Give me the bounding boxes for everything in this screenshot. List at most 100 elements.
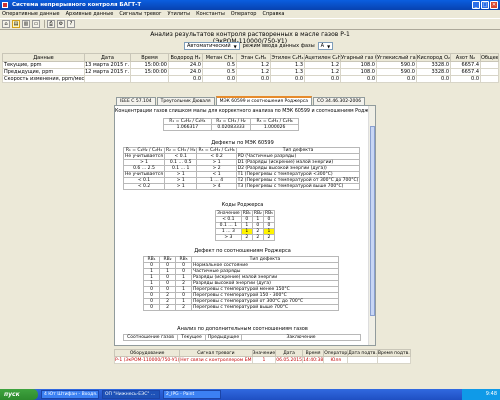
column-header: RB₂ bbox=[251, 210, 264, 217]
menu-constants[interactable]: Константы bbox=[196, 11, 225, 17]
table-row: < 0.2 > 1 > 4 T3 (Перегревы с температурой … bbox=[123, 183, 361, 190]
chevron-down-icon: ▼ bbox=[327, 43, 331, 49]
taskbar-item-paint[interactable]: 2_IPG - Paint bbox=[163, 390, 221, 399]
menu-help[interactable]: Справка bbox=[262, 11, 284, 17]
alarm-cell: 06.05.2015 bbox=[275, 356, 303, 364]
column-header: Этан C₂H₆ bbox=[236, 53, 271, 62]
table-cell: 15:00:00 bbox=[130, 61, 169, 69]
table-cell: 0.5 bbox=[202, 61, 237, 69]
ratio-value: 1.000026 bbox=[250, 124, 299, 131]
tab-duval[interactable]: Треугольник Дюваля bbox=[156, 97, 215, 105]
rogers-defects-table: RB₁ RB₂ RB₅ Тип дефекта 0 0 0 Нормальное состоя… bbox=[143, 256, 339, 311]
ratio-header: R₂ = CH₄ / H₂ bbox=[210, 118, 252, 125]
table-cell: 3328.0 bbox=[416, 68, 451, 76]
app-icon bbox=[2, 2, 8, 8]
ratio-value: 1.066317 bbox=[163, 124, 212, 131]
home-icon[interactable]: ⌂ bbox=[2, 20, 10, 28]
iec-title: Дефекты по МЭК 60599 bbox=[211, 140, 274, 146]
menu-bar: Оперативные данные Архивные данные Сигна… bbox=[0, 10, 500, 18]
extra-title: Анализ по дополнительным соотношениям га… bbox=[177, 326, 308, 332]
tab-so[interactable]: СО 34.46.302-2006 bbox=[313, 97, 366, 105]
menu-operator[interactable]: Оператор bbox=[231, 11, 257, 17]
table-cell: 0.0 bbox=[340, 75, 377, 83]
menu-archive[interactable]: Архивные данные bbox=[66, 11, 114, 17]
defect-title: Дефект по соотношениям Роджерса bbox=[194, 248, 291, 254]
mode-bar: Автоматический ▼ режим ввода данных фазы … bbox=[184, 42, 334, 50]
table-row: 0 2 2 Перегревы с температурой выше 700°C bbox=[143, 304, 339, 311]
iec-table: R₁ = C₂H₂ / C₂H₄ R₂ = CH₄ / H₂ R₅ = C₂H₄ /… bbox=[123, 147, 361, 190]
alarm-cell: 1 bbox=[251, 356, 277, 364]
table-cell: 1.2 bbox=[236, 61, 271, 69]
table-cell: 2 bbox=[262, 234, 276, 241]
table-cell: 0.0 bbox=[376, 75, 417, 83]
table-cell: 0.5 bbox=[202, 68, 237, 76]
table-row: Текущие, ppm 13 марта 2015 г. 15:00:00 24.0… bbox=[2, 61, 499, 69]
table-cell: > 1 bbox=[163, 183, 198, 190]
alarm-cell: Юля bbox=[323, 356, 349, 364]
column-header: Время подтв. bbox=[376, 349, 411, 357]
table-cell: < 0.2 bbox=[123, 183, 165, 190]
column-header: Метан CH₄ bbox=[202, 53, 237, 62]
column-header: Оператор bbox=[323, 349, 349, 357]
panel-scrollbar[interactable] bbox=[368, 106, 375, 345]
taskbar-item-email[interactable]: 4 Ют Штифан - Входя… bbox=[41, 390, 99, 399]
column-header: RB₁ bbox=[240, 210, 253, 217]
close-button[interactable]: ✕ bbox=[490, 1, 498, 9]
table-cell: Скорость изменения, ppm/мес bbox=[2, 75, 85, 83]
help-icon[interactable]: ? bbox=[67, 20, 75, 28]
chart-icon[interactable]: ▥ bbox=[22, 20, 30, 28]
column-header: Значение bbox=[215, 210, 242, 217]
table-cell: 0.0 bbox=[202, 75, 237, 83]
menu-operative[interactable]: Оперативные данные bbox=[2, 11, 60, 17]
phase-value: А bbox=[320, 42, 325, 49]
table-cell: T3 (Перегревы с температурой выше 700°C) bbox=[235, 183, 361, 190]
analysis-panel: Концентрации газов слишком малы для корр… bbox=[114, 105, 376, 346]
table-cell: 3328.0 bbox=[416, 61, 451, 69]
alarm-row[interactable]: Р-1 (ЭкРОМ-110000/750-У1) Нет связи с кон… bbox=[113, 356, 411, 364]
minimize-button[interactable]: _ bbox=[472, 1, 480, 9]
table-cell: 108.0 bbox=[340, 61, 377, 69]
table-cell: 1.2 bbox=[236, 68, 271, 76]
alarm-cell bbox=[347, 356, 378, 364]
tab-iec-rogers[interactable]: МЭК 60599 и соотношения Роджерса bbox=[215, 96, 313, 105]
table-cell: 6657.4 bbox=[450, 61, 481, 69]
alarm-cell bbox=[376, 356, 411, 364]
alarm-cell: 14:40:38 bbox=[301, 356, 325, 364]
table-cell: Текущие, ppm bbox=[2, 61, 85, 69]
start-button[interactable]: пуск bbox=[0, 389, 38, 400]
analysis-icon[interactable]: ▤ bbox=[12, 20, 20, 28]
scroll-thumb[interactable] bbox=[370, 126, 375, 316]
table-cell bbox=[480, 75, 499, 83]
table-cell: 108.0 bbox=[340, 68, 377, 76]
column-header: Дата подтв. bbox=[347, 349, 378, 357]
alarm-cell: Нет связи с контроллером БМ bbox=[179, 356, 253, 364]
table-cell: 24.0 bbox=[168, 61, 203, 69]
mode-select[interactable]: Автоматический ▼ bbox=[184, 42, 240, 50]
column-header: Этилен C₂H₄ bbox=[270, 53, 305, 62]
mode-value: Автоматический bbox=[187, 42, 231, 49]
settings-icon[interactable]: ⚙ bbox=[57, 20, 65, 28]
column-header: Азот N₂ bbox=[450, 53, 481, 62]
table-cell: 24.0 bbox=[168, 68, 203, 76]
table-cell: 0.0 bbox=[450, 75, 481, 83]
table-cell: 0.0 bbox=[416, 75, 451, 83]
table-cell: 2 bbox=[175, 304, 192, 311]
column-header: R₂ = CH₄ / H₂ bbox=[163, 147, 198, 154]
menu-alarms[interactable]: Сигналы тревог bbox=[119, 11, 161, 17]
print-icon[interactable]: ⎙ bbox=[47, 20, 55, 28]
menu-utilities[interactable]: Утилиты bbox=[168, 11, 191, 17]
folder-icon[interactable]: ▭ bbox=[32, 20, 40, 28]
table-cell: 1.2 bbox=[304, 61, 341, 69]
rogers-codes-table: Значение RB₁ RB₂ RB₅ < 0.1 0 1 0 0.1 … 11001 … 3… bbox=[215, 210, 276, 241]
phase-select[interactable]: А ▼ bbox=[317, 42, 334, 50]
table-cell bbox=[480, 68, 499, 76]
ratios-table: R₁ = C₂H₂ / C₂H₄ R₂ = CH₄ / H₂ R₅ = C₂H₄ /… bbox=[163, 118, 299, 131]
tab-ieee[interactable]: IEEE C 57.104 bbox=[116, 97, 156, 105]
table-cell: 12 марта 2015 г. bbox=[84, 68, 131, 76]
rogers-title: Коды Роджерса bbox=[221, 202, 264, 208]
maximize-button[interactable]: □ bbox=[481, 1, 489, 9]
table-row: > 3222 bbox=[215, 234, 276, 241]
taskbar-item-app[interactable]: ОП "Нижнесь-ЕЭС" … bbox=[102, 390, 160, 399]
table-cell bbox=[84, 75, 131, 83]
table-cell: 6657.4 bbox=[450, 68, 481, 76]
